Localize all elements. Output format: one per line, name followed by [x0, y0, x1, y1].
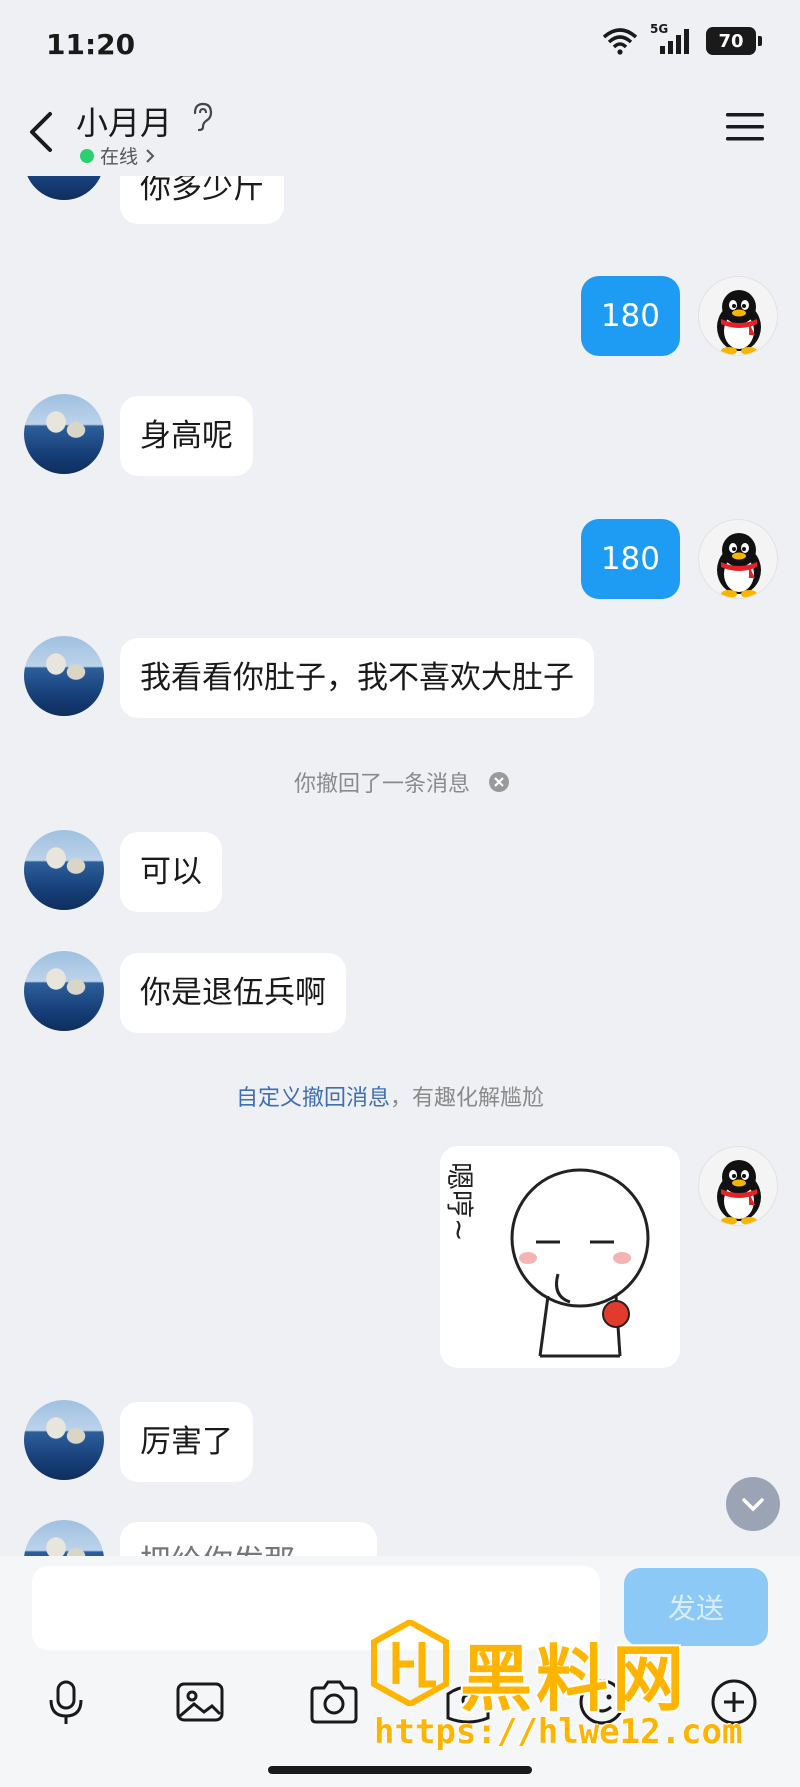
watermark: 黑料网 https://hlwe12.com [370, 1620, 780, 1770]
sticker-caption: 嗯哼~ [443, 1162, 476, 1241]
contact-avatar[interactable] [24, 176, 104, 200]
contact-avatar[interactable] [24, 1520, 104, 1556]
image-icon[interactable] [172, 1674, 228, 1730]
camera-icon[interactable] [306, 1674, 362, 1730]
penguin-avatar-icon [717, 1160, 761, 1225]
online-status[interactable]: 在线 [80, 142, 156, 169]
battery-level: 70 [718, 30, 744, 52]
online-status-label: 在线 [100, 146, 139, 168]
chevron-right-icon [146, 148, 155, 163]
contact-avatar[interactable] [24, 951, 104, 1031]
wifi-icon [602, 28, 638, 55]
status-icons: 5G 70 [602, 22, 762, 56]
watermark-title: 黑料网 [460, 1637, 689, 1721]
penguin-avatar-icon [717, 290, 761, 355]
recall-notice-text: 你撤回了一条消息 [294, 772, 471, 797]
contact-avatar[interactable] [24, 394, 104, 474]
watermark-url: https://hlwe12.com [374, 1712, 743, 1752]
ear-icon[interactable] [190, 102, 214, 132]
scroll-to-bottom-button[interactable] [726, 1477, 780, 1531]
back-button[interactable] [22, 106, 62, 158]
recall-notice: 你撤回了一条消息 [294, 766, 510, 798]
my-avatar[interactable] [698, 519, 778, 599]
message-list[interactable]: 你多少斤 180 身高呢 180 我看看你肚子，我不喜欢大肚子 你撤回了一条消息… [0, 176, 800, 1556]
sticker-image: 嗯哼~ [443, 1162, 650, 1358]
contact-avatar[interactable] [24, 1400, 104, 1480]
status-time: 11:20 [46, 28, 136, 61]
message-bubble-incoming[interactable]: 你多少斤 [120, 176, 284, 224]
hamburger-menu-icon [726, 113, 764, 141]
contact-name[interactable]: 小月月 [76, 98, 172, 144]
message-bubble-outgoing[interactable]: 180 [580, 519, 680, 599]
contact-avatar[interactable] [24, 830, 104, 910]
chevron-left-icon [30, 112, 52, 152]
contact-avatar[interactable] [24, 636, 104, 716]
message-bubble-incoming[interactable]: 我看看你肚子，我不喜欢大肚子 [120, 638, 594, 718]
cellular-signal-icon: 5G [650, 22, 694, 56]
chat-header: 小月月 在线 [0, 88, 800, 176]
status-bar: 11:20 5G 70 [0, 0, 800, 88]
my-avatar[interactable] [698, 276, 778, 356]
message-bubble-incoming[interactable]: 可以 [120, 832, 222, 912]
watermark-logo-icon [371, 1620, 449, 1706]
chevron-down-icon [742, 1498, 764, 1512]
home-indicator[interactable] [268, 1766, 532, 1774]
my-avatar[interactable] [698, 1146, 778, 1226]
close-icon[interactable] [488, 771, 510, 793]
custom-recall-suffix: ，有趣化解尴尬 [390, 1086, 545, 1111]
custom-recall-tip: 自定义撤回消息，有趣化解尴尬 [236, 1080, 544, 1112]
message-bubble-incoming[interactable]: 厉害了 [120, 1402, 253, 1482]
online-dot-icon [80, 148, 94, 163]
sticker-message[interactable]: 嗯哼~ [440, 1146, 680, 1368]
menu-button[interactable] [726, 112, 764, 146]
microphone-icon[interactable] [38, 1674, 94, 1730]
message-bubble-incoming[interactable]: 身高呢 [120, 396, 253, 476]
custom-recall-link[interactable]: 自定义撤回消息 [236, 1086, 390, 1111]
message-bubble-outgoing[interactable]: 180 [580, 276, 680, 356]
penguin-avatar-icon [717, 533, 761, 598]
battery-icon: 70 [706, 27, 762, 55]
message-bubble-incoming[interactable]: 你是退伍兵啊 [120, 953, 346, 1033]
message-bubble-incoming[interactable]: 把给你发那…… [120, 1522, 377, 1556]
